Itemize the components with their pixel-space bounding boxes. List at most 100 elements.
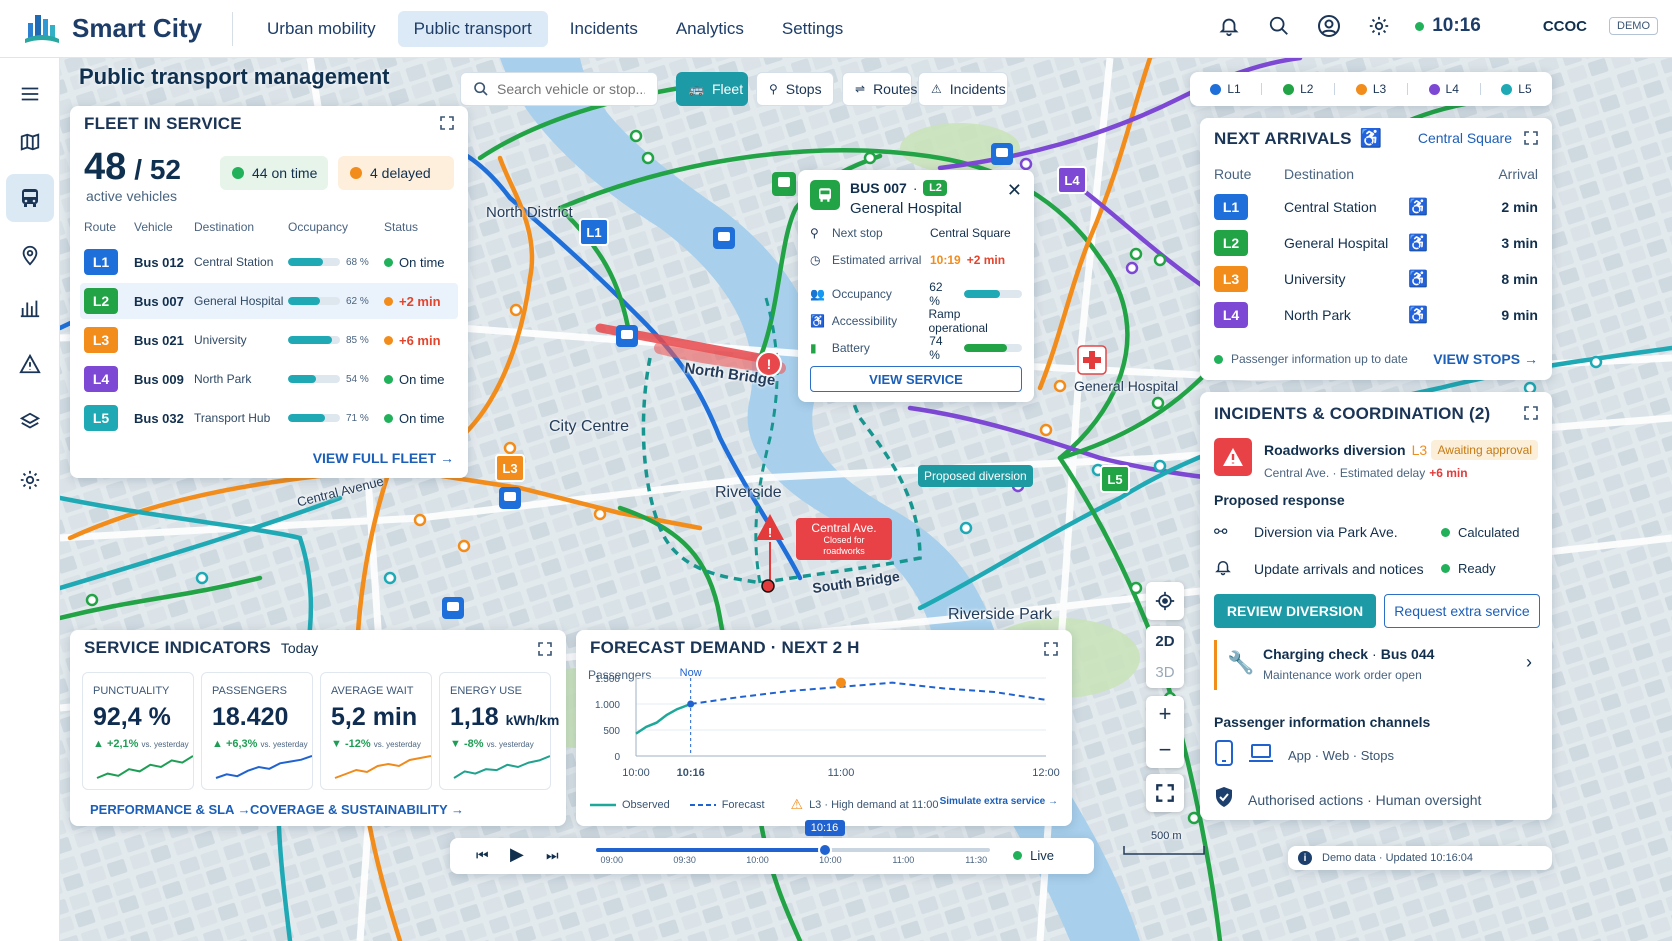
close-icon[interactable]: ✕ — [1007, 180, 1022, 201]
bus-marker[interactable] — [442, 597, 464, 619]
request-extra-service-button[interactable]: Request extra service — [1384, 594, 1540, 628]
bus-icon[interactable] — [6, 174, 54, 222]
bus-marker[interactable] — [499, 487, 521, 509]
location-pin-icon[interactable] — [6, 231, 54, 279]
stop-marker[interactable] — [413, 513, 427, 527]
timeline-track[interactable]: 10:16 — [596, 820, 990, 857]
map-icon[interactable] — [6, 118, 54, 166]
kpi-card-energy-use[interactable]: ENERGY USE 1,18 kWh/km ▼ -8% vs. yesterday — [439, 672, 559, 790]
search-icon[interactable] — [1265, 12, 1293, 40]
stop-marker[interactable] — [1151, 396, 1165, 410]
nav-item-public-transport[interactable]: Public transport — [397, 10, 548, 47]
layers-icon[interactable] — [6, 398, 54, 446]
list-item[interactable]: L1 Central Station ♿ 2 min — [1214, 192, 1538, 222]
list-item[interactable]: L2 General Hospital ♿ 3 min — [1214, 228, 1538, 258]
expand-icon[interactable] — [1524, 131, 1538, 148]
view-stops-link[interactable]: VIEW STOPS → — [1433, 351, 1538, 367]
stop-marker[interactable] — [863, 151, 877, 165]
bus-marker[interactable] — [991, 143, 1013, 165]
charging-check-item[interactable]: 🔧 Charging check · Bus 044 Maintenance wor… — [1214, 640, 1538, 690]
warning-icon[interactable] — [6, 340, 54, 388]
simulate-link[interactable]: Simulate extra service → — [940, 796, 1058, 807]
search-input[interactable] — [497, 81, 645, 97]
stop-marker[interactable] — [85, 593, 99, 607]
stop-marker[interactable] — [641, 151, 655, 165]
fullscreen-button[interactable] — [1146, 774, 1184, 812]
closure-callout[interactable]: Central Ave. Closed for roadworks — [796, 518, 892, 560]
stop-marker[interactable] — [1187, 811, 1201, 825]
list-item[interactable]: L3 University ♿ 8 min — [1214, 264, 1538, 294]
stop-marker[interactable] — [1019, 157, 1033, 171]
view-service-button[interactable]: VIEW SERVICE — [810, 366, 1022, 392]
nav-item-analytics[interactable]: Analytics — [660, 11, 760, 47]
view-2d-button[interactable]: 2D — [1155, 633, 1174, 650]
legend-line-l5[interactable]: L5 — [1501, 82, 1532, 96]
layer-chip-stops[interactable]: ⚲ Stops — [756, 72, 834, 106]
locate-button[interactable] — [1146, 582, 1184, 620]
performance-link[interactable]: PERFORMANCE & SLA → — [90, 802, 251, 817]
app-logo[interactable]: Smart City — [0, 9, 232, 49]
stop-marker[interactable] — [457, 539, 471, 553]
menu-icon[interactable] — [6, 70, 54, 118]
play-icon[interactable]: ▶ — [510, 844, 524, 865]
settings-icon[interactable] — [6, 456, 54, 504]
stop-marker[interactable] — [195, 571, 209, 585]
expand-icon[interactable] — [1524, 406, 1538, 423]
kpi-card-punctuality[interactable]: PUNCTUALITY 92,4 % ▲ +2,1% vs. yesterday — [82, 672, 194, 790]
skip-back-icon[interactable]: ⏮ — [476, 847, 489, 864]
bell-icon[interactable] — [1215, 12, 1243, 40]
expand-icon[interactable] — [1044, 642, 1058, 659]
layer-chip-routes[interactable]: ⇌ Routes — [842, 72, 917, 106]
list-item[interactable]: L4 North Park ♿ 9 min — [1214, 300, 1538, 330]
stop-marker[interactable] — [1153, 253, 1167, 267]
bus-marker[interactable] — [772, 172, 796, 196]
legend-line-l3[interactable]: L3 — [1355, 82, 1386, 96]
nav-item-settings[interactable]: Settings — [766, 11, 859, 47]
stop-marker[interactable] — [509, 303, 523, 317]
expand-icon[interactable] — [440, 116, 454, 133]
stop-marker[interactable] — [629, 129, 643, 143]
search-box[interactable] — [460, 72, 658, 106]
bus-marker[interactable] — [616, 325, 638, 347]
table-row[interactable]: L5 Bus 032 Transport Hub 71 % On time — [80, 400, 458, 436]
nav-item-incidents[interactable]: Incidents — [554, 11, 654, 47]
table-row[interactable]: L1 Bus 012 Central Station 68 % On time — [80, 244, 458, 280]
nav-item-urban-mobility[interactable]: Urban mobility — [251, 11, 392, 47]
expand-icon[interactable] — [538, 642, 552, 659]
legend-line-l4[interactable]: L4 — [1428, 82, 1459, 96]
legend-line-l1[interactable]: L1 — [1210, 82, 1241, 96]
stop-marker[interactable] — [1039, 423, 1053, 437]
table-row[interactable]: L4 Bus 009 North Park 54 % On time — [80, 361, 458, 397]
stop-marker[interactable] — [1589, 355, 1603, 369]
live-indicator[interactable]: Live — [1013, 848, 1054, 863]
coverage-link[interactable]: COVERAGE & SUSTAINABILITY → — [250, 802, 464, 817]
view-3d-button[interactable]: 3D — [1155, 664, 1174, 681]
stop-marker[interactable] — [1153, 459, 1167, 473]
stop-marker[interactable] — [503, 441, 517, 455]
table-row[interactable]: L2 Bus 007 General Hospital 62 % +2 min — [80, 283, 458, 319]
stop-marker[interactable] — [1053, 379, 1067, 393]
kpi-card-average-wait[interactable]: AVERAGE WAIT 5,2 min ▼ -12% vs. yesterday — [320, 672, 432, 790]
stop-marker[interactable] — [1129, 247, 1143, 261]
layer-chip-fleet[interactable]: 🚌 Fleet — [676, 72, 748, 106]
zoom-in-button[interactable]: + — [1159, 701, 1172, 727]
diversion-callout[interactable]: Proposed diversion — [918, 465, 1033, 487]
stop-marker[interactable] — [959, 521, 973, 535]
user-name[interactable]: CCOC — [1543, 18, 1587, 35]
stop-marker[interactable] — [383, 571, 397, 585]
layer-chip-incidents[interactable]: ⚠ Incidents — [918, 72, 1008, 106]
user-icon[interactable] — [1315, 12, 1343, 40]
legend-line-l2[interactable]: L2 — [1283, 82, 1313, 96]
stop-marker[interactable] — [593, 507, 607, 521]
forecast-chart[interactable]: 1.500 1.000 500 010:00 10:16 11:00 12:00 Now — [576, 664, 1072, 794]
kpi-card-passengers[interactable]: PASSENGERS 18.420 ▲ +6,3% vs. yesterday — [201, 672, 313, 790]
view-full-fleet-link[interactable]: VIEW FULL FLEET → — [313, 450, 454, 466]
stop-marker[interactable] — [1125, 261, 1139, 275]
zoom-out-button[interactable]: − — [1159, 737, 1172, 763]
incident-title[interactable]: Roadworks diversion — [1264, 442, 1406, 458]
stop-marker[interactable] — [1129, 581, 1143, 595]
table-row[interactable]: L3 Bus 021 University 85 % +6 min — [80, 322, 458, 358]
gear-icon[interactable] — [1365, 12, 1393, 40]
skip-forward-icon[interactable]: ⏭ — [546, 847, 559, 864]
stop-selector[interactable]: Central Square — [1418, 130, 1512, 146]
